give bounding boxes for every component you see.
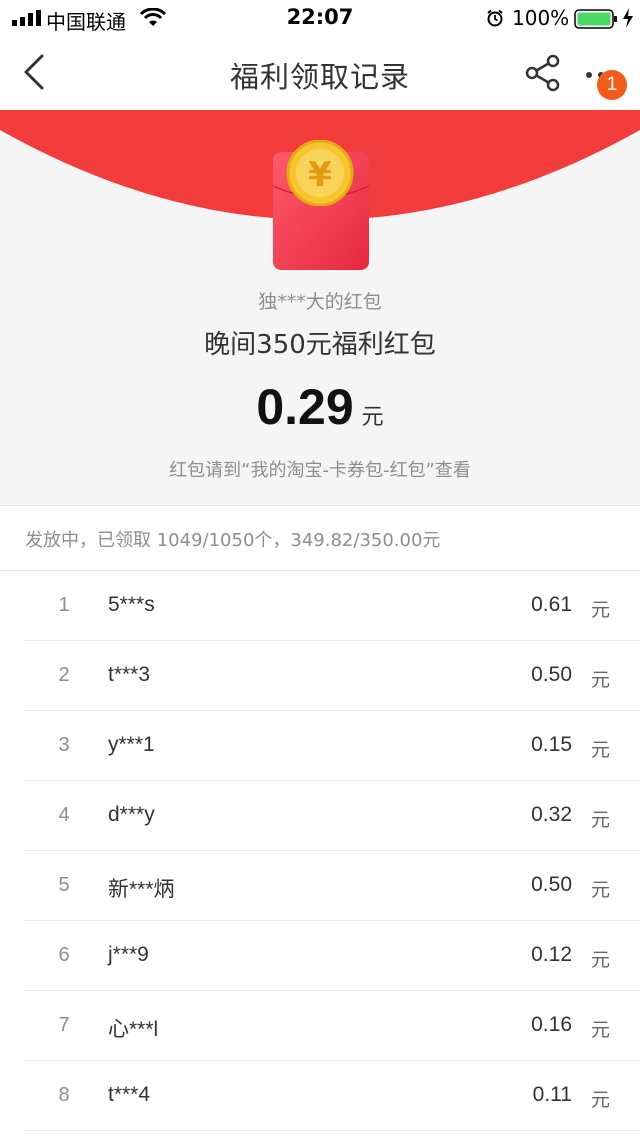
rank: 2: [58, 664, 70, 686]
amount-unit: 元: [361, 405, 384, 430]
claim-amount: 0.12: [531, 943, 572, 966]
battery-icon: [574, 9, 617, 29]
charging-icon: [623, 8, 633, 28]
amount-unit: 元: [590, 669, 610, 691]
claim-amount: 0.32: [531, 803, 572, 826]
claim-summary: 发放中，已领取 1049/1050个，349.82/350.00元: [0, 505, 640, 571]
rank: 5: [58, 874, 70, 896]
list-item[interactable]: 3 y***1 0.15 元: [24, 711, 640, 781]
list-item[interactable]: 1 5***s 0.61 元: [24, 571, 640, 641]
user-name: t***4: [108, 1083, 151, 1106]
summary-text: 发放中，已领取 1049/1050个，349.82/350.00元: [25, 530, 441, 551]
view-hint: 红包请到“我的淘宝-卡券包-红包”查看: [169, 460, 471, 481]
claim-amount: 0.50: [531, 873, 572, 896]
user-name: t***3: [108, 663, 151, 686]
alarm-icon: [487, 9, 503, 27]
user-name: d***y: [108, 803, 155, 826]
rank: 6: [58, 944, 70, 966]
list-item[interactable]: 6 j***9 0.12 元: [24, 921, 640, 991]
share-icon[interactable]: [524, 54, 562, 92]
rank: 8: [58, 1084, 70, 1106]
amount-unit: 元: [590, 739, 610, 761]
received-amount: 0.29: [256, 379, 354, 435]
battery-percent: 100%: [512, 6, 570, 30]
claim-amount: 0.15: [531, 733, 572, 756]
user-name: y***1: [108, 733, 155, 756]
amount-row: 0.29 元: [0, 378, 640, 436]
list-item[interactable]: 4 d***y 0.32 元: [24, 781, 640, 851]
claim-amount: 0.11: [532, 1083, 572, 1106]
coin-icon: ¥: [286, 140, 354, 206]
claim-amount: 0.61: [531, 593, 572, 616]
sender-name: 独***大的红包: [258, 291, 382, 313]
user-name: 心***l: [108, 1018, 159, 1041]
claim-amount: 0.50: [531, 663, 572, 686]
rank: 4: [58, 804, 70, 826]
packet-title: 晚间350元福利红包: [204, 330, 436, 360]
amount-unit: 元: [590, 949, 610, 971]
rank: 1: [58, 594, 70, 616]
user-name: 5***s: [108, 593, 155, 616]
amount-unit: 元: [590, 599, 610, 621]
user-name: 新***炳: [108, 878, 175, 901]
list-item[interactable]: 5 新***炳 0.50 元: [24, 851, 640, 921]
amount-unit: 元: [590, 879, 610, 901]
amount-unit: 元: [590, 1089, 610, 1111]
list-item[interactable]: 8 t***4 0.11 元: [24, 1061, 640, 1131]
amount-unit: 元: [590, 809, 610, 831]
rank: 7: [58, 1014, 70, 1036]
user-name: j***9: [108, 943, 149, 966]
rank: 3: [58, 734, 70, 756]
claim-amount: 0.16: [531, 1013, 572, 1036]
amount-unit: 元: [590, 1019, 610, 1041]
nav-bar: 福利领取记录 1: [0, 36, 640, 110]
list-item[interactable]: 2 t***3 0.50 元: [24, 641, 640, 711]
red-packet-header: ¥ 独***大的红包 晚间350元福利红包 0.29 元 红包请到“我的淘宝-卡券…: [0, 110, 640, 505]
notification-badge: 1: [597, 70, 627, 100]
status-bar: 中国联通 22:07 100%: [0, 0, 640, 36]
coin-symbol: ¥: [308, 155, 332, 195]
claim-list: 1 5***s 0.61 元 2 t***3 0.50 元 3 y***1 0.…: [0, 571, 640, 1131]
list-item[interactable]: 7 心***l 0.16 元: [24, 991, 640, 1061]
